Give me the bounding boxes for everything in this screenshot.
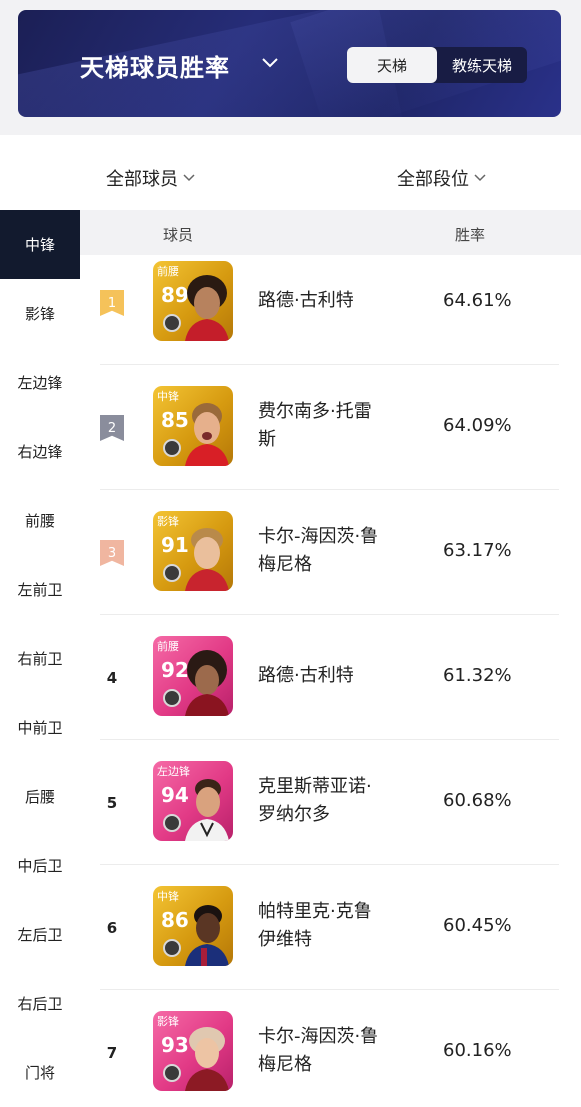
- table-row[interactable]: 1 前腰 89 路德·古利特 64.61%: [80, 240, 581, 365]
- card-position: 前腰: [157, 265, 179, 278]
- table-row[interactable]: 6 中锋 86 帕特里克·克鲁 伊维特 60.45%: [80, 865, 581, 990]
- card-badge-icon: [163, 564, 181, 582]
- rank-number: 4: [106, 669, 118, 687]
- card-position: 影锋: [157, 515, 179, 528]
- header-area: 天梯球员胜率 天梯 教练天梯: [0, 0, 581, 135]
- players-filter-label: 全部球员: [106, 169, 178, 190]
- player-card: 前腰 89: [153, 261, 233, 341]
- player-name: 卡尔-海因茨·鲁 梅尼格: [258, 526, 379, 575]
- rank-badge: 1: [100, 290, 124, 316]
- players-filter[interactable]: 全部球员: [106, 165, 195, 191]
- win-rate: 61.32%: [443, 665, 512, 686]
- nav-item-cmf[interactable]: 中前卫: [0, 693, 80, 762]
- table-row[interactable]: 7 影锋 93 卡尔-海因茨·鲁 梅尼格 60.16%: [80, 990, 581, 1107]
- player-card: 影锋 91: [153, 511, 233, 591]
- player-portrait-icon: [185, 905, 229, 966]
- player-portrait-icon: [185, 275, 229, 341]
- player-card: 左边锋 94: [153, 761, 233, 841]
- win-rate: 60.16%: [443, 1040, 512, 1061]
- player-card: 中锋 86: [153, 886, 233, 966]
- nav-item-ss[interactable]: 影锋: [0, 279, 80, 348]
- tiers-filter[interactable]: 全部段位: [397, 165, 486, 191]
- player-portrait-icon: [185, 528, 229, 591]
- nav-item-rmf[interactable]: 右前卫: [0, 624, 80, 693]
- card-badge-icon: [163, 1064, 181, 1082]
- rank-number: 7: [106, 1044, 118, 1062]
- table-row[interactable]: 4 前腰 92 路德·古利特 61.32%: [80, 615, 581, 740]
- nav-item-gk[interactable]: 门将: [0, 1038, 80, 1107]
- card-position: 中锋: [157, 390, 179, 403]
- player-card: 影锋 93: [153, 1011, 233, 1091]
- nav-item-cb[interactable]: 中后卫: [0, 831, 80, 900]
- player-portrait-icon: [185, 403, 229, 466]
- player-portrait-icon: [185, 650, 229, 716]
- player-card: 前腰 92: [153, 636, 233, 716]
- card-position: 前腰: [157, 640, 179, 653]
- chevron-down-icon: [474, 174, 486, 182]
- mode-switch: 天梯 教练天梯: [347, 47, 527, 83]
- header-banner: 天梯球员胜率 天梯 教练天梯: [18, 10, 561, 117]
- table-row[interactable]: 2 中锋 85 费尔南多·托雷斯 64.09%: [80, 365, 581, 490]
- chevron-down-icon: [183, 174, 195, 182]
- rank-number: 6: [106, 919, 118, 937]
- tiers-filter-label: 全部段位: [397, 169, 469, 190]
- player-portrait-icon: [185, 1027, 229, 1091]
- card-badge-icon: [163, 689, 181, 707]
- player-name: 路德·古利特: [258, 665, 354, 686]
- nav-item-rwf[interactable]: 右边锋: [0, 417, 80, 486]
- card-badge-icon: [163, 439, 181, 457]
- nav-item-lwf[interactable]: 左边锋: [0, 348, 80, 417]
- card-badge-icon: [163, 814, 181, 832]
- nav-item-rb[interactable]: 右后卫: [0, 969, 80, 1038]
- tab-ladder[interactable]: 天梯: [347, 47, 437, 83]
- player-portrait-icon: [185, 779, 229, 841]
- win-rate: 64.61%: [443, 290, 512, 311]
- position-nav: 中锋 影锋 左边锋 右边锋 前腰 左前卫 右前卫 中前卫 后腰 中后卫 左后卫 …: [0, 210, 80, 1107]
- player-name: 帕特里克·克鲁 伊维特: [258, 901, 372, 950]
- table-row[interactable]: 5 左边锋 94 克里斯蒂亚诺· 罗纳尔多 60.68%: [80, 740, 581, 865]
- player-card: 中锋 85: [153, 386, 233, 466]
- win-rate: 64.09%: [443, 415, 512, 436]
- card-position: 影锋: [157, 1015, 179, 1028]
- filter-bar: 全部球员 全部段位: [0, 143, 581, 210]
- player-name: 费尔南多·托雷斯: [258, 401, 372, 450]
- player-name: 克里斯蒂亚诺· 罗纳尔多: [258, 776, 372, 825]
- rank-badge: 2: [100, 415, 124, 441]
- chevron-down-icon[interactable]: [262, 58, 278, 68]
- player-name: 路德·古利特: [258, 290, 354, 311]
- player-name: 卡尔-海因茨·鲁 梅尼格: [258, 1026, 379, 1075]
- win-rate: 63.17%: [443, 540, 512, 561]
- nav-item-amf[interactable]: 前腰: [0, 486, 80, 555]
- tab-coach-ladder[interactable]: 教练天梯: [437, 47, 527, 83]
- rank-number: 5: [106, 794, 118, 812]
- rank-badge: 3: [100, 540, 124, 566]
- card-badge-icon: [163, 939, 181, 957]
- page: 天梯球员胜率 天梯 教练天梯 全部球员 全部段位 中锋 影锋 左边锋 右边锋 前…: [0, 0, 581, 1107]
- nav-item-lmf[interactable]: 左前卫: [0, 555, 80, 624]
- nav-item-dmf[interactable]: 后腰: [0, 762, 80, 831]
- win-rate: 60.68%: [443, 790, 512, 811]
- card-position: 中锋: [157, 890, 179, 903]
- win-rate: 60.45%: [443, 915, 512, 936]
- card-badge-icon: [163, 314, 181, 332]
- nav-item-cf[interactable]: 中锋: [0, 210, 80, 279]
- page-title[interactable]: 天梯球员胜率: [80, 48, 230, 83]
- nav-item-lb[interactable]: 左后卫: [0, 900, 80, 969]
- table-row[interactable]: 3 影锋 91 卡尔-海因茨·鲁 梅尼格 63.17%: [80, 490, 581, 615]
